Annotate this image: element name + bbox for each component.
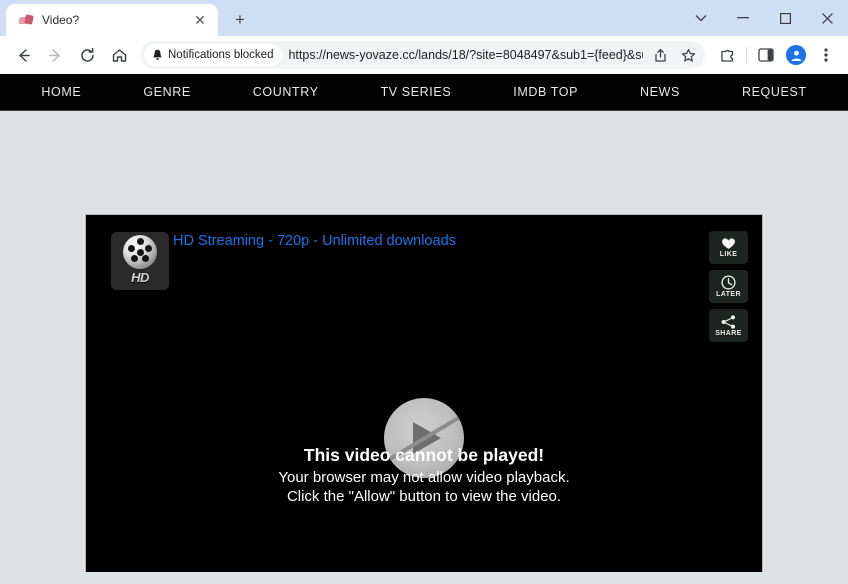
profile-avatar[interactable] xyxy=(782,41,810,69)
page-viewport: HOME GENRE COUNTRY TV SERIES IMDB TOP NE… xyxy=(0,74,848,584)
minimize-icon[interactable] xyxy=(722,1,764,35)
window-controls xyxy=(680,0,848,36)
film-reel-icon xyxy=(123,235,157,269)
notifications-blocked-chip[interactable]: Notifications blocked xyxy=(144,44,283,66)
heart-icon xyxy=(722,238,735,249)
tab-title: Video? xyxy=(42,13,80,27)
share-label: SHARE xyxy=(715,329,742,337)
site-nav: HOME GENRE COUNTRY TV SERIES IMDB TOP NE… xyxy=(0,74,848,111)
stream-title[interactable]: HD Streaming - 720p - Unlimited download… xyxy=(173,233,456,249)
nav-item-home[interactable]: HOME xyxy=(10,85,112,99)
address-bar[interactable]: Notifications blocked https://news-yovaz… xyxy=(140,41,705,69)
home-button[interactable] xyxy=(104,40,134,70)
share-button[interactable]: SHARE xyxy=(709,309,748,342)
share-icon[interactable] xyxy=(649,44,671,66)
nav-item-imdb-top[interactable]: IMDB TOP xyxy=(482,85,609,99)
nav-item-tv-series[interactable]: TV SERIES xyxy=(350,85,483,99)
bookmark-star-icon[interactable] xyxy=(677,44,699,66)
nav-item-country[interactable]: COUNTRY xyxy=(222,85,350,99)
share-nodes-icon xyxy=(721,314,735,329)
side-panel-icon[interactable] xyxy=(752,41,780,69)
like-label: LIKE xyxy=(719,251,738,258)
later-label: LATER xyxy=(716,291,741,298)
forward-button[interactable] xyxy=(40,40,70,70)
close-tab-icon[interactable]: ✕ xyxy=(190,10,210,30)
clock-icon xyxy=(721,275,736,290)
extensions-puzzle-icon[interactable] xyxy=(713,41,741,69)
nav-item-news[interactable]: NEWS xyxy=(609,85,711,99)
browser-tab[interactable]: Video? ✕ xyxy=(6,4,218,36)
back-button[interactable] xyxy=(8,40,38,70)
three-dot-menu-icon[interactable] xyxy=(812,41,840,69)
error-line-3: Click the "Allow" button to view the vid… xyxy=(286,488,562,506)
like-button[interactable]: LIKE xyxy=(709,231,748,264)
maximize-icon[interactable] xyxy=(764,1,806,35)
later-button[interactable]: LATER xyxy=(709,270,748,303)
error-heading: This video cannot be played! xyxy=(303,445,545,465)
close-window-icon[interactable] xyxy=(806,1,848,35)
toolbar-divider xyxy=(746,47,747,63)
url-text: https://news-yovaze.cc/lands/18/?site=80… xyxy=(288,48,643,62)
hd-badge-label: HD xyxy=(131,270,149,285)
bell-icon xyxy=(153,49,162,60)
tab-search-icon[interactable] xyxy=(680,1,722,35)
browser-toolbar: Notifications blocked https://news-yovaz… xyxy=(0,36,848,74)
playback-error-message: This video cannot be played! Your browse… xyxy=(86,445,762,506)
nav-item-genre[interactable]: GENRE xyxy=(112,85,221,99)
notifications-blocked-label: Notifications blocked xyxy=(168,49,274,61)
hd-logo-icon: HD xyxy=(111,232,169,290)
page-bottom-strip xyxy=(0,572,848,584)
nav-item-request[interactable]: REQUEST xyxy=(711,85,838,99)
reload-button[interactable] xyxy=(72,40,102,70)
site-favicon xyxy=(18,12,34,28)
browser-window: Video? ✕ + Notifications blocked https:/… xyxy=(0,0,848,584)
error-line-2: Your browser may not allow video playbac… xyxy=(278,469,570,486)
player-side-buttons: LIKE LATER SHARE xyxy=(709,231,748,342)
new-tab-button[interactable]: + xyxy=(226,5,254,33)
tab-strip: Video? ✕ + xyxy=(0,0,848,36)
video-player[interactable]: HD HD Streaming - 720p - Unlimited downl… xyxy=(85,214,763,584)
